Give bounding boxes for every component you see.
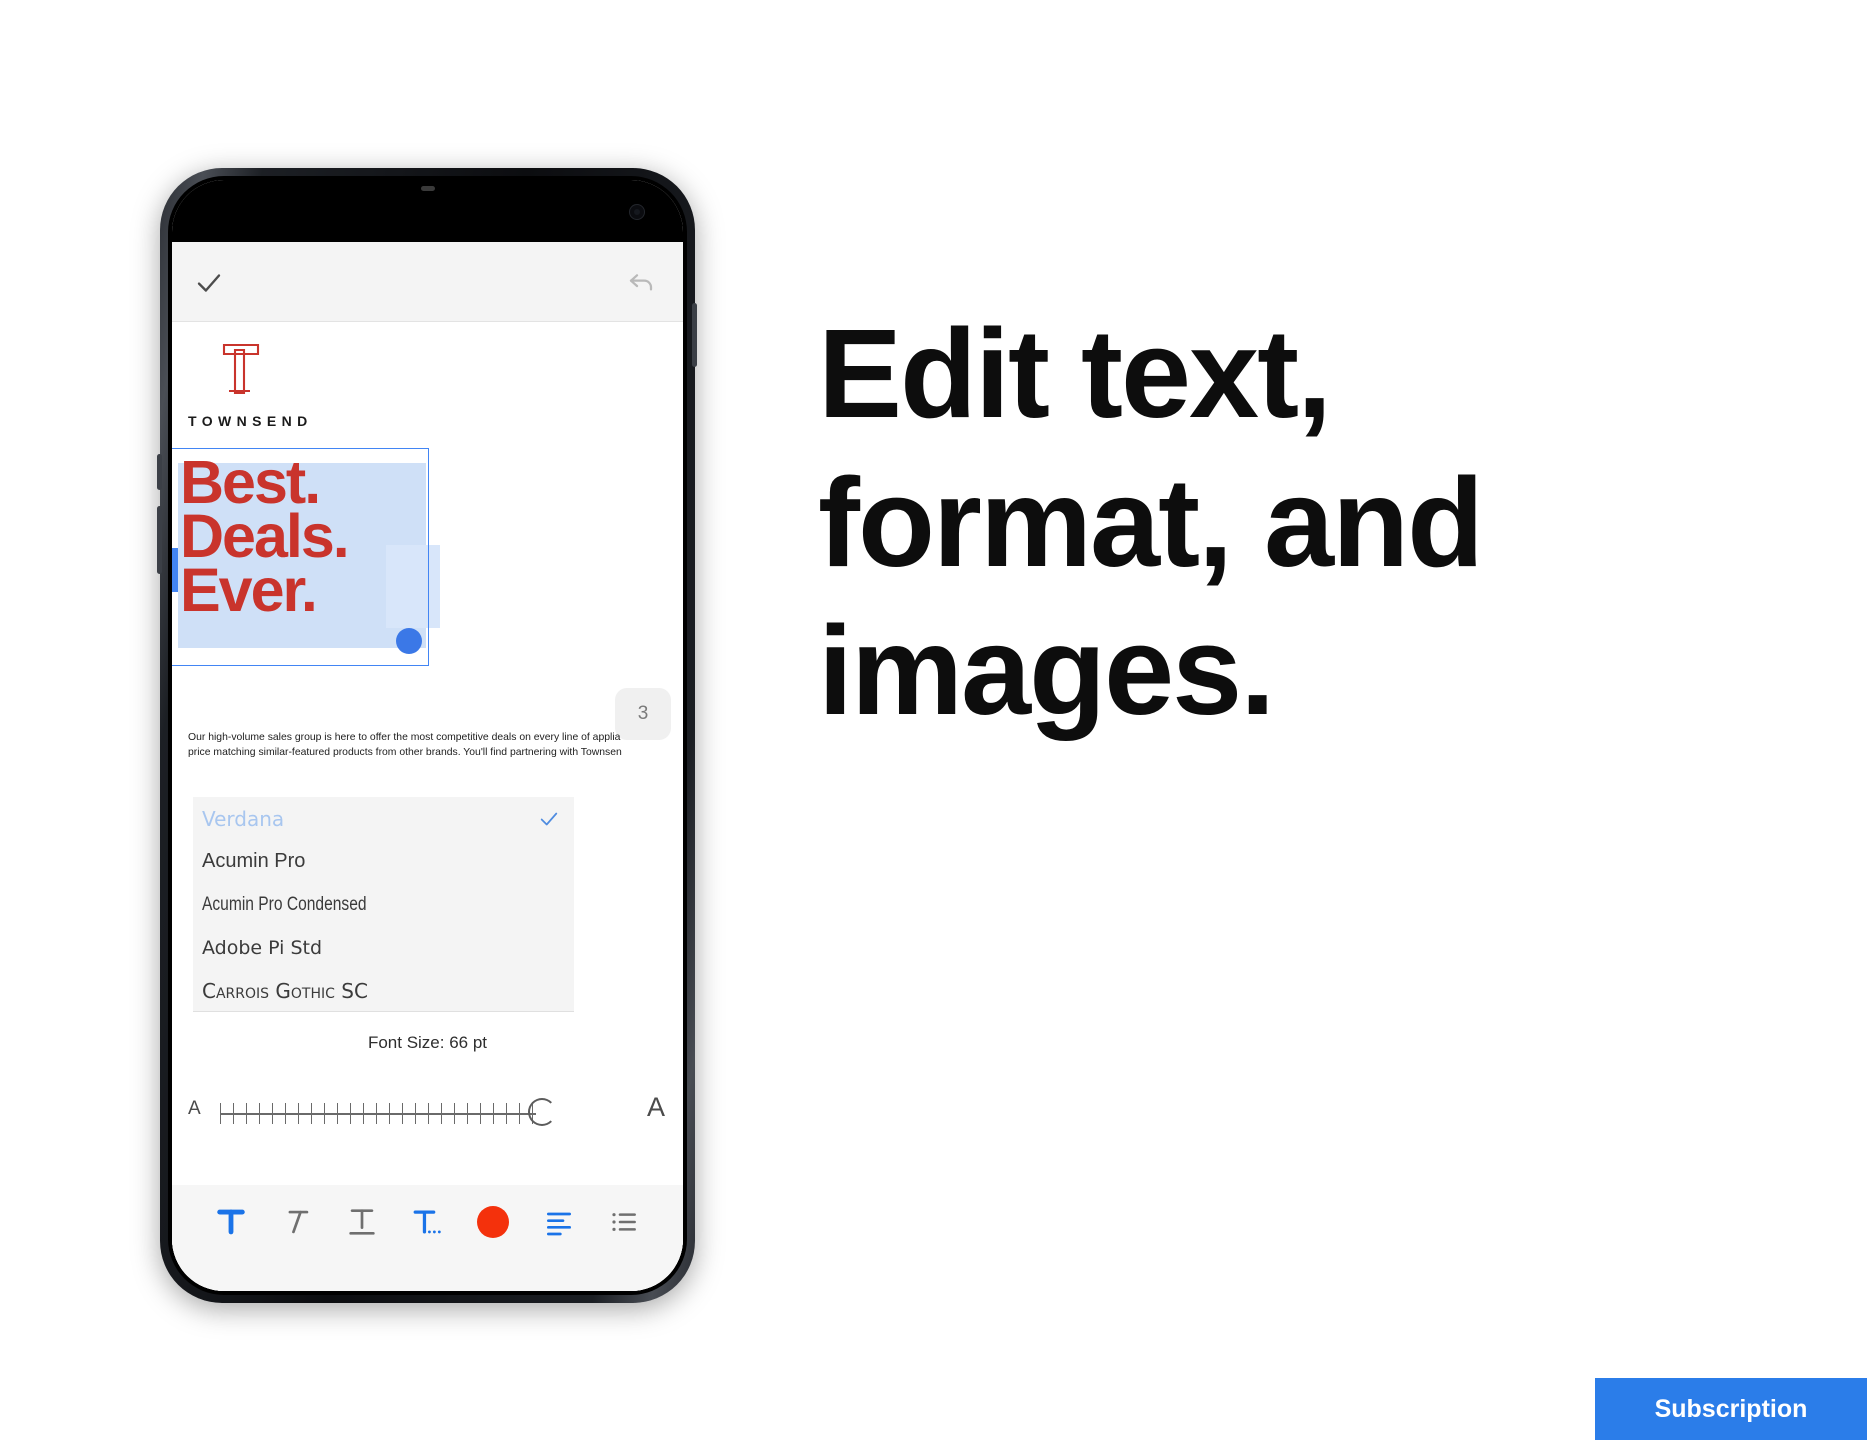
font-name-label: Acumin Pro	[202, 850, 306, 872]
font-size-label: Font Size: 66 pt	[367, 1033, 488, 1052]
selection-resize-handle[interactable]	[396, 628, 422, 654]
earpiece-speaker-icon	[420, 186, 435, 191]
font-list-item-acumin-pro-condensed[interactable]: Acumin Pro Condensed	[193, 883, 574, 926]
current-color-swatch[interactable]	[477, 1206, 509, 1238]
slider-min-label: A	[188, 1098, 201, 1119]
font-name-label: Adobe Pi Std	[202, 936, 323, 959]
promo-headline-line-2: format, and	[818, 451, 1484, 593]
app-top-bar	[172, 242, 683, 322]
font-name-label: Acumin Pro Condensed	[202, 893, 367, 915]
phone-bezel: TOWNSEND Best. Deals. Ever. 3 Our high-v…	[168, 176, 687, 1295]
promo-headline: Edit text, format, and images.	[818, 300, 1738, 746]
slider-track[interactable]	[220, 1103, 536, 1124]
font-list-item-carrois-gothic-sc[interactable]: Carrois Gothic SC	[193, 969, 574, 1012]
slider-max-label: A	[646, 1092, 665, 1122]
promo-headline-line-3: images.	[818, 600, 1275, 742]
font-picker-panel: Verdana Acumin Pro Acumin Pro Condensed …	[172, 775, 683, 1291]
text-selection-frame[interactable]	[172, 448, 429, 666]
phone-volume-button[interactable]	[157, 506, 162, 574]
phone-power-button[interactable]	[692, 303, 697, 367]
text-color-icon[interactable]	[468, 1197, 518, 1247]
phone-screen: TOWNSEND Best. Deals. Ever. 3 Our high-v…	[172, 180, 683, 1291]
font-list-item-adobe-pi-std[interactable]: Adobe Pi Std	[193, 926, 574, 969]
subscription-button[interactable]: Subscription	[1595, 1378, 1867, 1440]
text-format-toolbar	[172, 1185, 683, 1291]
check-icon	[538, 808, 560, 830]
font-name-label: Carrois Gothic SC	[202, 978, 368, 1003]
status-bar	[172, 180, 683, 242]
phone-mockup: TOWNSEND Best. Deals. Ever. 3 Our high-v…	[157, 168, 697, 1303]
front-camera-icon	[629, 204, 645, 220]
body-copy-line-2: price matching similar-featured products…	[188, 747, 622, 758]
font-list[interactable]: Verdana Acumin Pro Acumin Pro Condensed …	[193, 797, 574, 1012]
font-name-label: Verdana	[202, 806, 285, 831]
align-left-icon[interactable]	[534, 1197, 584, 1247]
phone-assistant-button[interactable]	[157, 454, 162, 490]
underline-text-icon[interactable]	[337, 1197, 387, 1247]
font-list-item-acumin-pro[interactable]: Acumin Pro	[193, 840, 574, 883]
screenshot-root: TOWNSEND Best. Deals. Ever. 3 Our high-v…	[0, 0, 1867, 1440]
font-list-item-verdana[interactable]: Verdana	[193, 797, 574, 840]
font-size-slider[interactable]: A A	[172, 1080, 683, 1140]
slider-thumb[interactable]	[528, 1098, 556, 1126]
townsend-t-logo-icon	[218, 341, 264, 397]
promo-headline-line-1: Edit text,	[818, 303, 1332, 444]
body-copy-line-1: Our high-volume sales group is here to o…	[188, 732, 621, 743]
document-body-copy[interactable]: Our high-volume sales group is here to o…	[188, 730, 658, 760]
italic-text-icon[interactable]	[272, 1197, 322, 1247]
bulleted-list-icon[interactable]	[599, 1197, 649, 1247]
bold-text-icon[interactable]	[206, 1197, 256, 1247]
more-text-options-icon[interactable]	[403, 1197, 453, 1247]
undo-icon[interactable]	[625, 266, 657, 298]
brand-name: TOWNSEND	[188, 413, 313, 429]
check-icon[interactable]	[194, 268, 224, 298]
